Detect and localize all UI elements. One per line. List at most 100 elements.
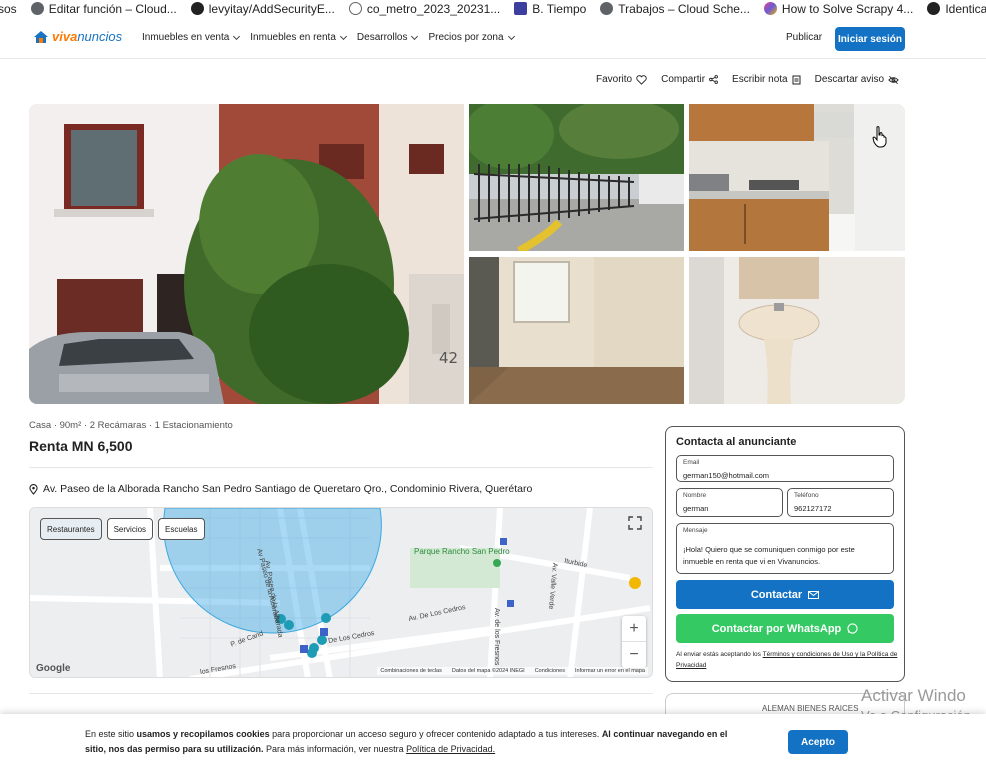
map-footer-link[interactable]: Condiciones bbox=[535, 668, 565, 674]
name-value: german bbox=[683, 504, 709, 513]
house-facade-image bbox=[29, 104, 464, 404]
whatsapp-icon bbox=[847, 623, 858, 634]
bookmarks-bar: sos Editar función – Cloud... levyitay/A… bbox=[0, 0, 986, 17]
gallery-photo-gate[interactable] bbox=[469, 104, 684, 251]
phone-value: 962127172 bbox=[794, 504, 832, 513]
cookie-text-part: para proporcionar un acceso seguro y ofr… bbox=[269, 729, 602, 739]
discard-button[interactable]: Descartar aviso bbox=[815, 74, 899, 85]
chevron-down-icon bbox=[507, 32, 515, 40]
map-footer-link[interactable]: Informar un error en el mapa bbox=[575, 668, 645, 674]
listing-features: Casa · 90m² · 2 Recámaras · 1 Estacionam… bbox=[29, 420, 233, 431]
zoom-in-button[interactable]: + bbox=[622, 616, 646, 641]
nav-label: Desarrollos bbox=[356, 32, 408, 43]
bookmark-label: Identical r bbox=[945, 1, 986, 16]
chevron-down-icon bbox=[233, 32, 241, 40]
note-icon bbox=[792, 75, 801, 84]
github-icon bbox=[190, 2, 204, 15]
note-button[interactable]: Escribir nota bbox=[732, 74, 801, 85]
contact-button[interactable]: Contactar bbox=[676, 580, 894, 609]
login-button[interactable]: Iniciar sesión bbox=[835, 27, 905, 51]
share-label: Compartir bbox=[661, 74, 706, 85]
chevron-down-icon bbox=[411, 32, 419, 40]
bookmark[interactable]: Editar función – Cloud... bbox=[30, 1, 177, 16]
phone-field[interactable]: Teléfono 962127172 bbox=[787, 488, 894, 517]
publish-link[interactable]: Publicar bbox=[786, 32, 822, 43]
gallery-photo-room[interactable] bbox=[469, 257, 684, 404]
gear-icon bbox=[600, 2, 614, 15]
terms-prefix: Al enviar estás aceptando los bbox=[676, 651, 763, 658]
github-icon bbox=[927, 2, 941, 15]
main-photo[interactable]: 42 bbox=[29, 104, 464, 404]
message-label: Mensaje bbox=[683, 527, 708, 534]
location-map[interactable]: Restaurantes Servicios Escuelas Parque R… bbox=[29, 507, 653, 678]
map-footer: Combinaciones de teclas Datos del mapa ©… bbox=[377, 667, 648, 675]
bookmark[interactable]: Identical r bbox=[927, 2, 986, 16]
map-footer-text: Datos del mapa ©2024 INEGI bbox=[451, 668, 525, 674]
cookie-text: En este sitio usamos y recopilamos cooki… bbox=[85, 727, 745, 757]
address-text: Av. Paseo de la Alborada Rancho San Pedr… bbox=[43, 483, 533, 495]
logo-text-part1: viva bbox=[52, 29, 78, 44]
site-logo[interactable]: viva nuncios bbox=[33, 29, 122, 44]
cookie-text-part: Para más información, ver nuestra bbox=[263, 744, 407, 754]
discard-label: Descartar aviso bbox=[814, 74, 885, 85]
divider bbox=[29, 693, 653, 694]
eye-off-icon bbox=[888, 75, 899, 84]
map-label-park: Parque Rancho San Pedro bbox=[414, 547, 510, 556]
map-filters: Restaurantes Servicios Escuelas bbox=[40, 518, 205, 540]
map-footer-link[interactable]: Combinaciones de teclas bbox=[380, 668, 441, 674]
share-button[interactable]: Compartir bbox=[661, 74, 718, 85]
site-header: viva nuncios Inmuebles en venta Inmuebles… bbox=[0, 17, 986, 59]
bookmark[interactable]: sos bbox=[0, 2, 17, 16]
email-field[interactable]: Email german150@hotmail.com bbox=[676, 455, 894, 482]
colorful-icon bbox=[763, 2, 777, 15]
privacy-policy-link[interactable]: Política de Privacidad. bbox=[406, 744, 495, 754]
zoom-out-button[interactable]: − bbox=[622, 641, 646, 667]
bookmark-label: B. Tiempo bbox=[532, 1, 587, 16]
nav-item-developments[interactable]: Desarrollos bbox=[356, 32, 419, 43]
gallery-photo-bathroom[interactable] bbox=[689, 257, 905, 404]
listing-price: Renta MN 6,500 bbox=[29, 438, 133, 454]
house-logo-icon bbox=[34, 30, 48, 43]
gate-image bbox=[469, 104, 684, 251]
filter-schools-button[interactable]: Escuelas bbox=[158, 518, 205, 540]
share-icon bbox=[709, 75, 718, 84]
favorite-button[interactable]: Favorito bbox=[596, 74, 647, 85]
favorite-label: Favorito bbox=[596, 74, 633, 85]
message-value: ¡Hola! Quiero que se comuniquen conmigo … bbox=[683, 545, 855, 566]
nav-label: Precios por zona bbox=[428, 32, 504, 43]
bookmark[interactable]: co_metro_2023_20231... bbox=[348, 2, 500, 16]
filter-services-button[interactable]: Servicios bbox=[106, 518, 154, 540]
gear-icon bbox=[30, 2, 44, 15]
bookmark-label: Editar función – Cloud... bbox=[48, 1, 177, 16]
contact-button-label: Contactar bbox=[750, 588, 803, 601]
divider bbox=[29, 467, 653, 468]
bookmark[interactable]: levyitay/AddSecurityE... bbox=[190, 2, 335, 16]
sink-image bbox=[689, 257, 905, 404]
accept-cookies-button[interactable]: Acepto bbox=[788, 730, 848, 754]
bookmark[interactable]: How to Solve Scrapy 4... bbox=[763, 2, 913, 16]
message-field[interactable]: Mensaje ¡Hola! Quiero que se comuniquen … bbox=[676, 523, 894, 574]
filter-restaurants-button[interactable]: Restaurantes bbox=[40, 518, 102, 540]
bookmark-label: Trabajos – Cloud Sche... bbox=[618, 1, 750, 16]
nav-item-rent[interactable]: Inmuebles en renta bbox=[250, 32, 347, 43]
location-pin-icon bbox=[29, 483, 38, 495]
bookmark[interactable]: Trabajos – Cloud Sche... bbox=[600, 2, 750, 16]
window-icon bbox=[514, 2, 528, 15]
main-nav: Inmuebles en venta Inmuebles en renta De… bbox=[142, 32, 515, 43]
photo-gallery: 42 bbox=[29, 104, 905, 404]
bookmark[interactable]: B. Tiempo bbox=[514, 2, 586, 16]
nav-label: Inmuebles en venta bbox=[142, 32, 230, 43]
email-value: german150@hotmail.com bbox=[683, 471, 769, 480]
nav-item-prices[interactable]: Precios por zona bbox=[428, 32, 515, 43]
whatsapp-button[interactable]: Contactar por WhatsApp bbox=[676, 614, 894, 643]
globe-icon bbox=[348, 2, 362, 15]
fullscreen-icon[interactable] bbox=[628, 516, 642, 530]
name-label: Nombre bbox=[683, 492, 707, 499]
name-field[interactable]: Nombre german bbox=[676, 488, 783, 517]
note-label: Escribir nota bbox=[732, 74, 788, 85]
nav-item-sale[interactable]: Inmuebles en venta bbox=[142, 32, 241, 43]
contact-title: Contacta al anunciante bbox=[676, 436, 797, 448]
contact-form-card: Contacta al anunciante Email german150@h… bbox=[665, 426, 905, 682]
chevron-down-icon bbox=[339, 32, 347, 40]
cookie-banner: En este sitio usamos y recopilamos cooki… bbox=[0, 714, 986, 768]
